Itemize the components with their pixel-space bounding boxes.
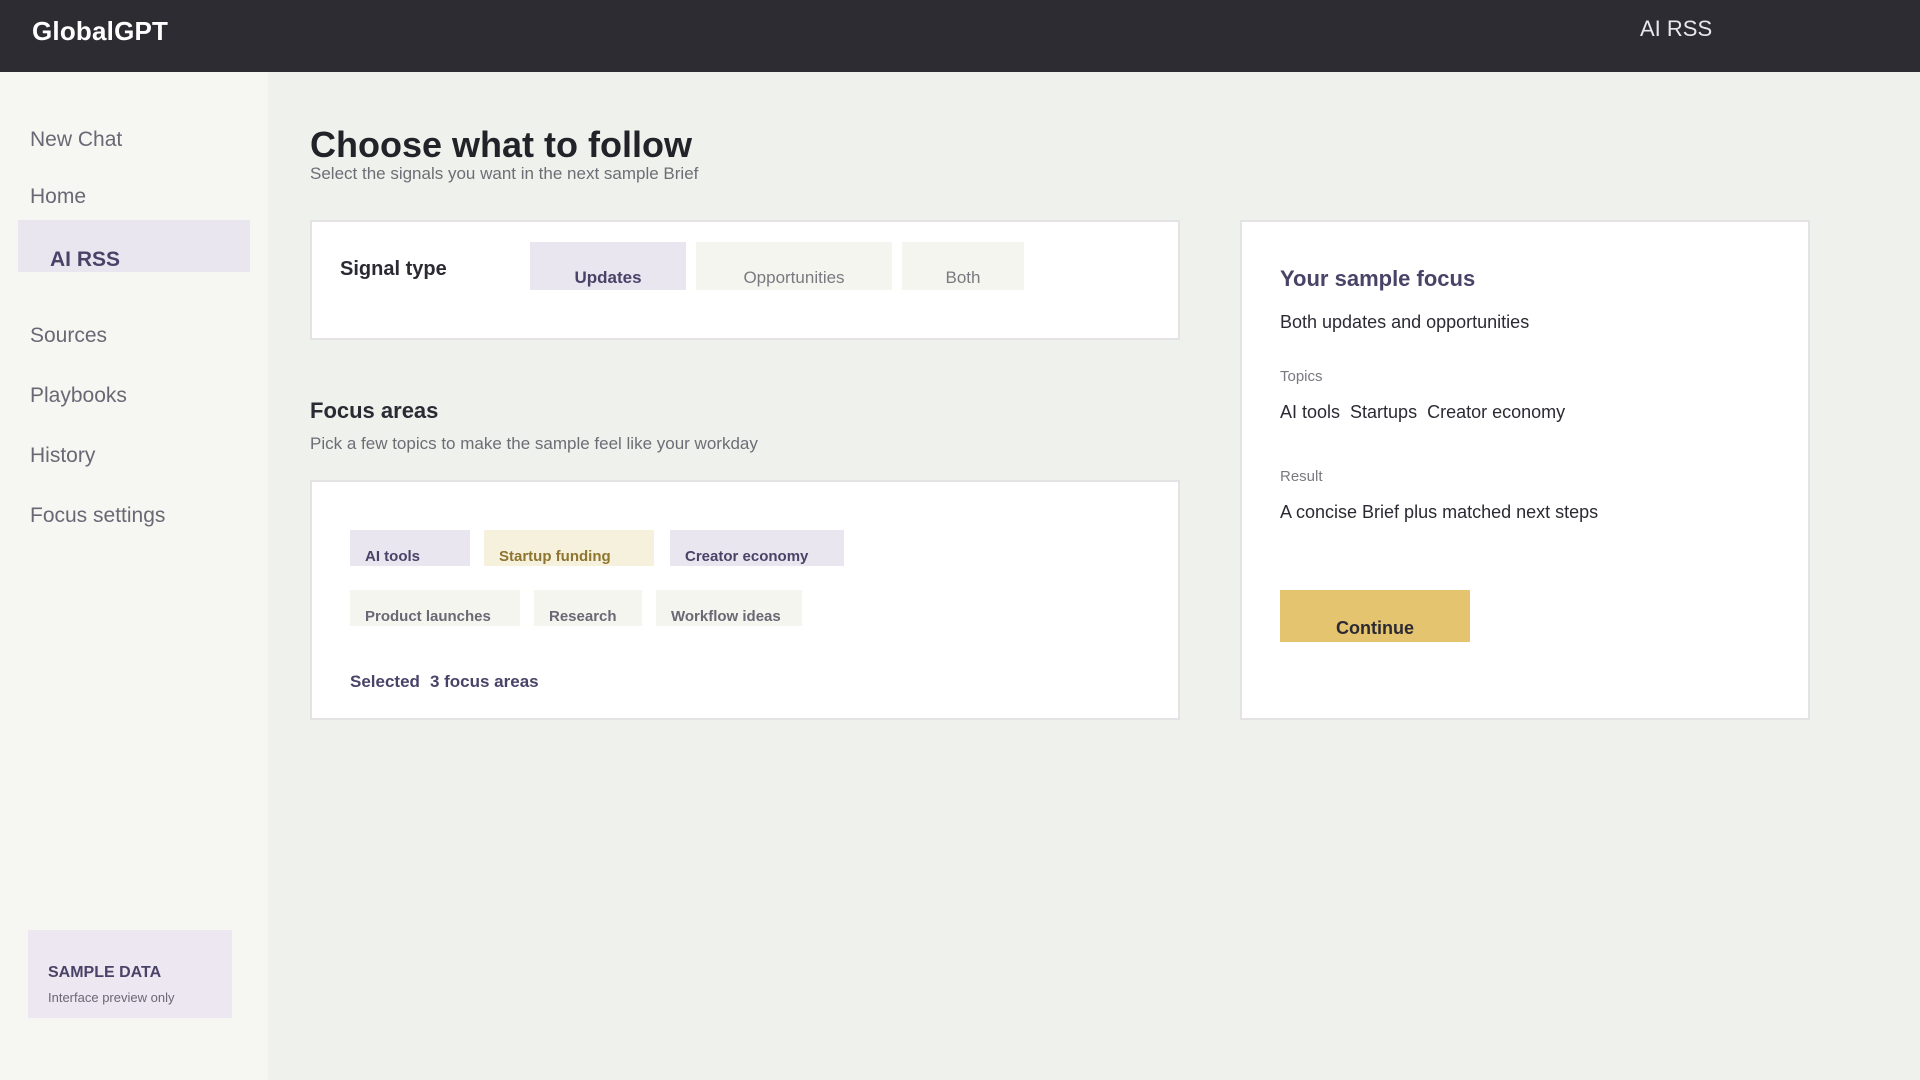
focus-areas-card: AI tools Startup funding Creator economy…: [310, 480, 1180, 720]
chip-label: Workflow ideas: [671, 608, 781, 625]
top-bar: GlobalGPT AI RSS: [0, 0, 1920, 72]
summary-result-text: A concise Brief plus matched next steps: [1280, 502, 1599, 522]
summary-topic: Startups: [1350, 402, 1418, 422]
continue-button-label: Continue: [1336, 618, 1414, 638]
page-subtitle: Select the signals you want in the next …: [310, 164, 699, 183]
selected-label: Selected: [350, 672, 420, 691]
summary-card: Your sample focus Both updates and oppor…: [1240, 220, 1810, 720]
sidebar-item-home[interactable]: Home: [30, 185, 86, 209]
summary-title: Your sample focus: [1280, 266, 1476, 291]
page-title: Choose what to follow: [310, 124, 692, 165]
sidebar-item-ai-rss[interactable]: AI RSS: [18, 220, 250, 272]
sidebar-item-label: AI RSS: [50, 248, 121, 271]
signal-option-updates[interactable]: Updates: [530, 242, 686, 290]
sidebar-item-new-chat[interactable]: New Chat: [30, 128, 122, 152]
chip-label: Startup funding: [499, 548, 611, 565]
chip-ai-tools[interactable]: AI tools: [350, 530, 470, 566]
summary-topic: Creator economy: [1427, 402, 1566, 422]
chip-research[interactable]: Research: [534, 590, 642, 626]
signal-type-card: Signal type Updates Opportunities Both: [310, 220, 1180, 340]
focus-areas-subtitle: Pick a few topics to make the sample fee…: [310, 434, 758, 453]
top-bar-section-title: AI RSS: [1640, 16, 1713, 41]
signal-type-label: Signal type: [340, 258, 447, 280]
chip-label: Product launches: [365, 608, 491, 625]
sidebar-item-sources[interactable]: Sources: [30, 324, 107, 348]
summary-topics-list: AI tools Startups Creator economy: [1280, 402, 1575, 423]
summary-topic: AI tools: [1280, 402, 1341, 422]
brand-logo[interactable]: GlobalGPT: [32, 16, 168, 47]
signal-option-both[interactable]: Both: [902, 242, 1024, 290]
summary-topics-label: Topics: [1280, 368, 1323, 385]
signal-option-label: Opportunities: [743, 268, 845, 287]
sample-data-subtitle: Interface preview only: [48, 990, 175, 1005]
chip-label: Research: [549, 608, 617, 625]
selected-count-value: 3 focus areas: [429, 672, 539, 691]
chip-label: Creator economy: [685, 548, 809, 565]
chip-creator-economy[interactable]: Creator economy: [670, 530, 844, 566]
focus-areas-title: Focus areas: [310, 398, 439, 423]
selected-count: Selected 3 focus areas: [350, 672, 549, 692]
chip-startup-funding[interactable]: Startup funding: [484, 530, 654, 566]
sidebar: New Chat Home AI RSS Sources Playbooks H…: [0, 72, 268, 1080]
sample-data-notice: SAMPLE DATA Interface preview only: [28, 930, 232, 1018]
chip-workflow-ideas[interactable]: Workflow ideas: [656, 590, 802, 626]
sidebar-item-playbooks[interactable]: Playbooks: [30, 384, 127, 408]
signal-option-opportunities[interactable]: Opportunities: [696, 242, 892, 290]
sidebar-item-history[interactable]: History: [30, 444, 95, 468]
signal-option-label: Updates: [574, 268, 642, 287]
continue-button[interactable]: Continue: [1280, 590, 1470, 642]
chip-label: AI tools: [365, 548, 420, 565]
chip-product-launches[interactable]: Product launches: [350, 590, 520, 626]
summary-focus-text: Both updates and opportunities: [1280, 312, 1530, 332]
sample-data-title: SAMPLE DATA: [48, 964, 162, 981]
summary-result-label: Result: [1280, 468, 1323, 485]
signal-option-label: Both: [945, 268, 981, 287]
sidebar-item-focus-settings[interactable]: Focus settings: [30, 504, 165, 528]
